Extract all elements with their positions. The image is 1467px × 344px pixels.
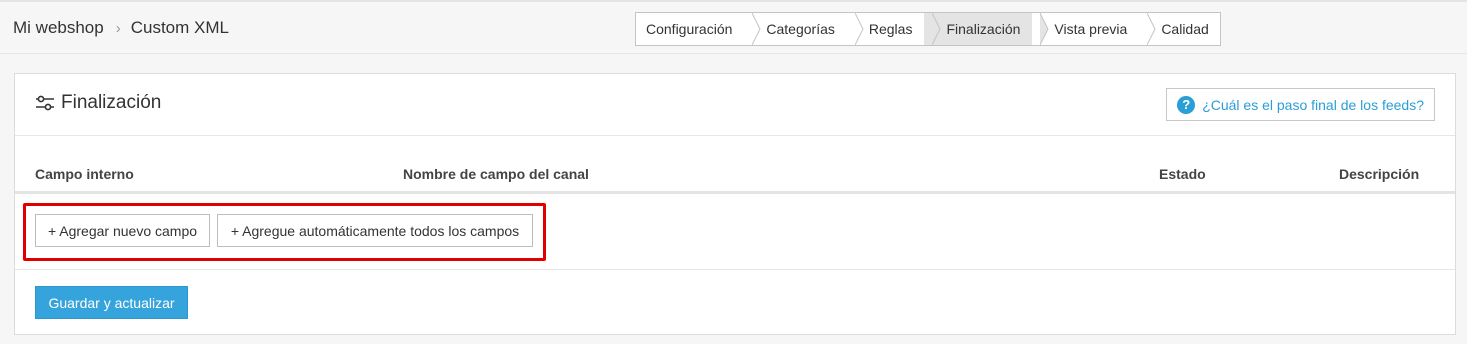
step-label: Reglas bbox=[868, 21, 913, 37]
breadcrumb-current: Custom XML bbox=[130, 18, 229, 37]
step-label: Configuración bbox=[646, 21, 733, 37]
top-bar: Mi webshop › Custom XML Configuración Ca… bbox=[0, 0, 1467, 54]
step-label: Calidad bbox=[1161, 21, 1209, 37]
column-header-estado: Estado bbox=[1159, 166, 1206, 182]
add-all-fields-button[interactable]: + Agregue automáticamente todos los camp… bbox=[217, 214, 533, 247]
page-title: Finalización bbox=[35, 92, 161, 114]
column-header-descripcion: Descripción bbox=[1339, 166, 1420, 182]
panel-header: Finalización ? ¿Cuál es el paso final de… bbox=[15, 74, 1455, 136]
step-configuracion[interactable]: Configuración bbox=[636, 13, 761, 45]
help-button[interactable]: ? ¿Cuál es el paso final de los feeds? bbox=[1166, 88, 1435, 121]
question-circle-icon: ? bbox=[1177, 95, 1196, 114]
panel-title-text: Finalización bbox=[61, 92, 162, 113]
step-label: Categorías bbox=[766, 21, 835, 37]
chevron-right-icon: › bbox=[115, 19, 121, 37]
column-header-campo-interno: Campo interno bbox=[35, 166, 134, 182]
step-label: Vista previa bbox=[1054, 21, 1128, 37]
table-header: Campo interno Nombre de campo del canal … bbox=[15, 136, 1455, 194]
add-field-button[interactable]: + Agregar nuevo campo bbox=[35, 214, 210, 247]
actions-row: + Agregar nuevo campo + Agregue automáti… bbox=[15, 194, 1455, 270]
finalization-panel: Finalización ? ¿Cuál es el paso final de… bbox=[14, 73, 1456, 335]
help-label: ¿Cuál es el paso final de los feeds? bbox=[1202, 96, 1424, 113]
breadcrumb: Mi webshop › Custom XML bbox=[13, 18, 229, 38]
step-label: Finalización bbox=[946, 21, 1021, 37]
step-navigation: Configuración Categorías Reglas Finaliza… bbox=[635, 12, 1221, 46]
breadcrumb-shop[interactable]: Mi webshop bbox=[13, 18, 104, 38]
footer-row: Guardar y actualizar bbox=[15, 270, 1455, 330]
column-header-nombre-campo: Nombre de campo del canal bbox=[403, 166, 589, 182]
save-update-button[interactable]: Guardar y actualizar bbox=[35, 286, 188, 319]
sliders-icon bbox=[36, 95, 54, 111]
